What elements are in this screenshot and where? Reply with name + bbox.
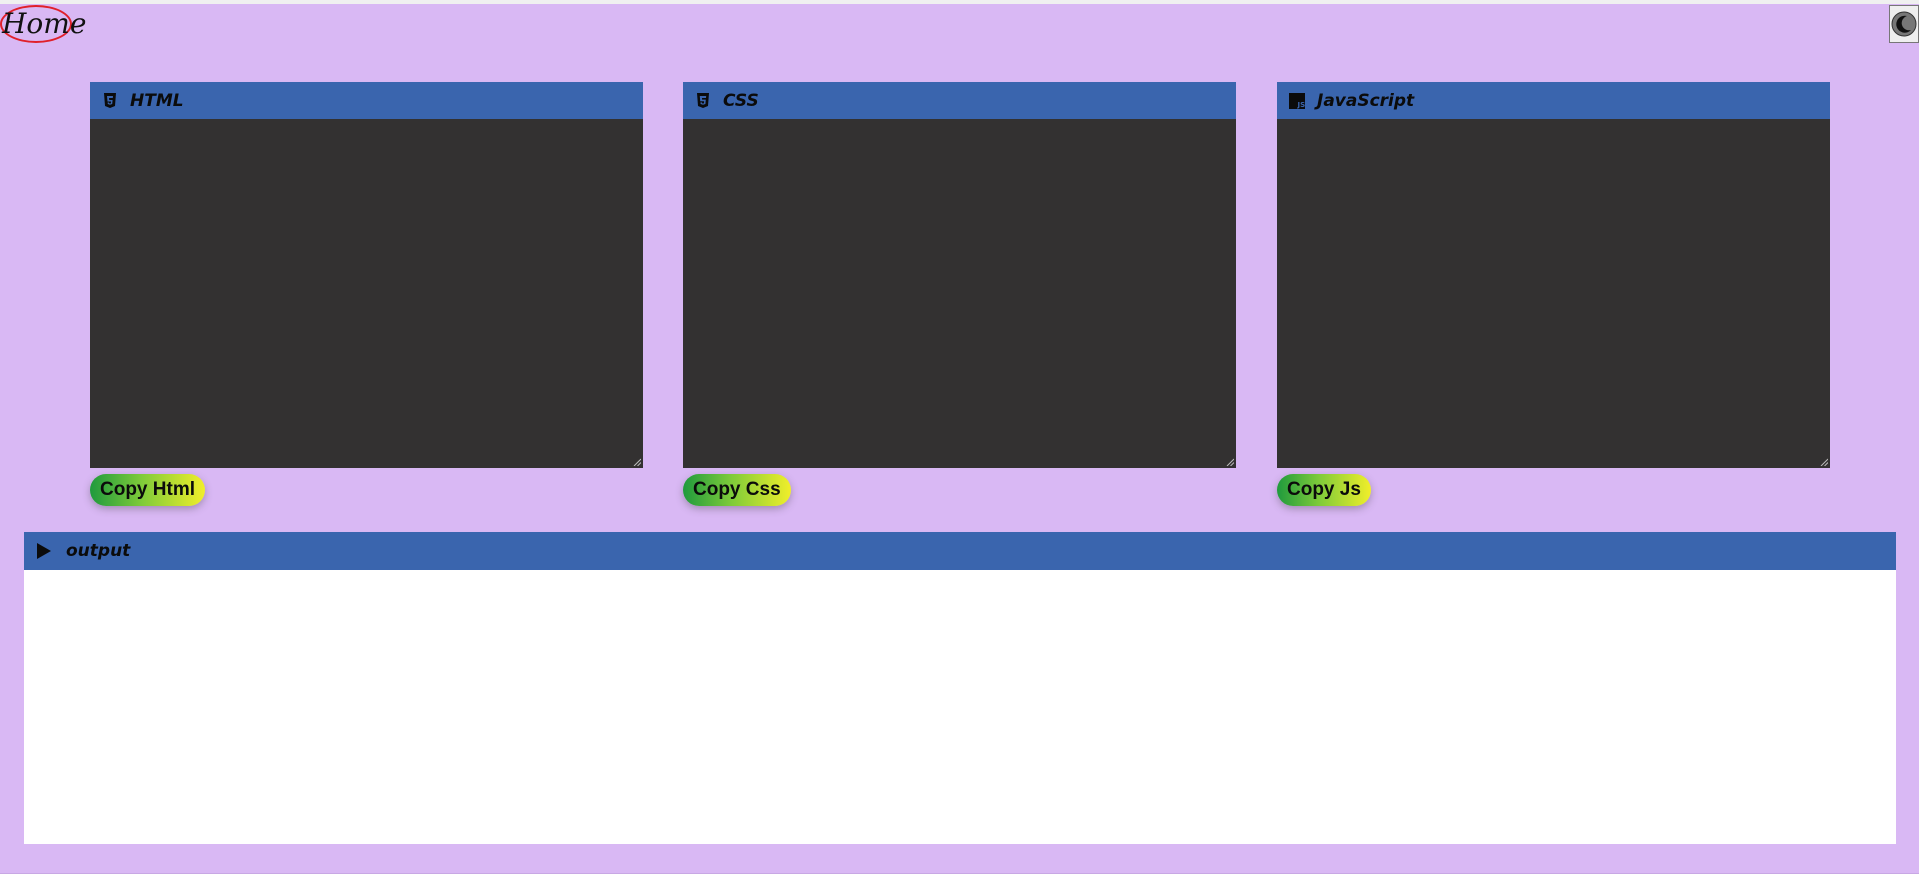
output-frame[interactable] (24, 570, 1896, 844)
output-title: output (66, 541, 131, 561)
js-code-textarea[interactable] (1277, 119, 1830, 468)
resize-grip-icon[interactable] (1820, 458, 1828, 466)
css3-icon (695, 92, 711, 109)
copy-js-button[interactable]: Copy Js (1277, 474, 1371, 506)
js-editor: JS JavaScript (1277, 82, 1830, 468)
home-link[interactable]: Home (0, 5, 86, 43)
js-icon: JS (1289, 92, 1306, 109)
js-editor-header: JS JavaScript (1277, 82, 1830, 119)
theme-toggle-button[interactable] (1889, 5, 1919, 43)
output-panel: output (24, 532, 1896, 844)
css-code-textarea[interactable] (683, 119, 1236, 468)
copy-css-button[interactable]: Copy Css (683, 474, 791, 506)
html-editor: HTML (90, 82, 643, 468)
html5-icon (102, 92, 118, 109)
play-icon (36, 542, 52, 560)
html-editor-header: HTML (90, 82, 643, 119)
svg-text:JS: JS (1297, 101, 1306, 109)
moon-icon (1891, 11, 1917, 37)
css-editor: CSS (683, 82, 1236, 468)
css-editor-header: CSS (683, 82, 1236, 119)
page: Home HTML Copy Html CSS Copy Css JS Java… (0, 0, 1919, 874)
js-editor-title: JavaScript (1317, 90, 1415, 111)
html-editor-title: HTML (130, 90, 184, 111)
copy-html-button[interactable]: Copy Html (90, 474, 205, 506)
css-editor-title: CSS (723, 90, 759, 111)
resize-grip-icon[interactable] (1226, 458, 1234, 466)
output-header: output (24, 532, 1896, 570)
resize-grip-icon[interactable] (633, 458, 641, 466)
html-code-textarea[interactable] (90, 119, 643, 468)
